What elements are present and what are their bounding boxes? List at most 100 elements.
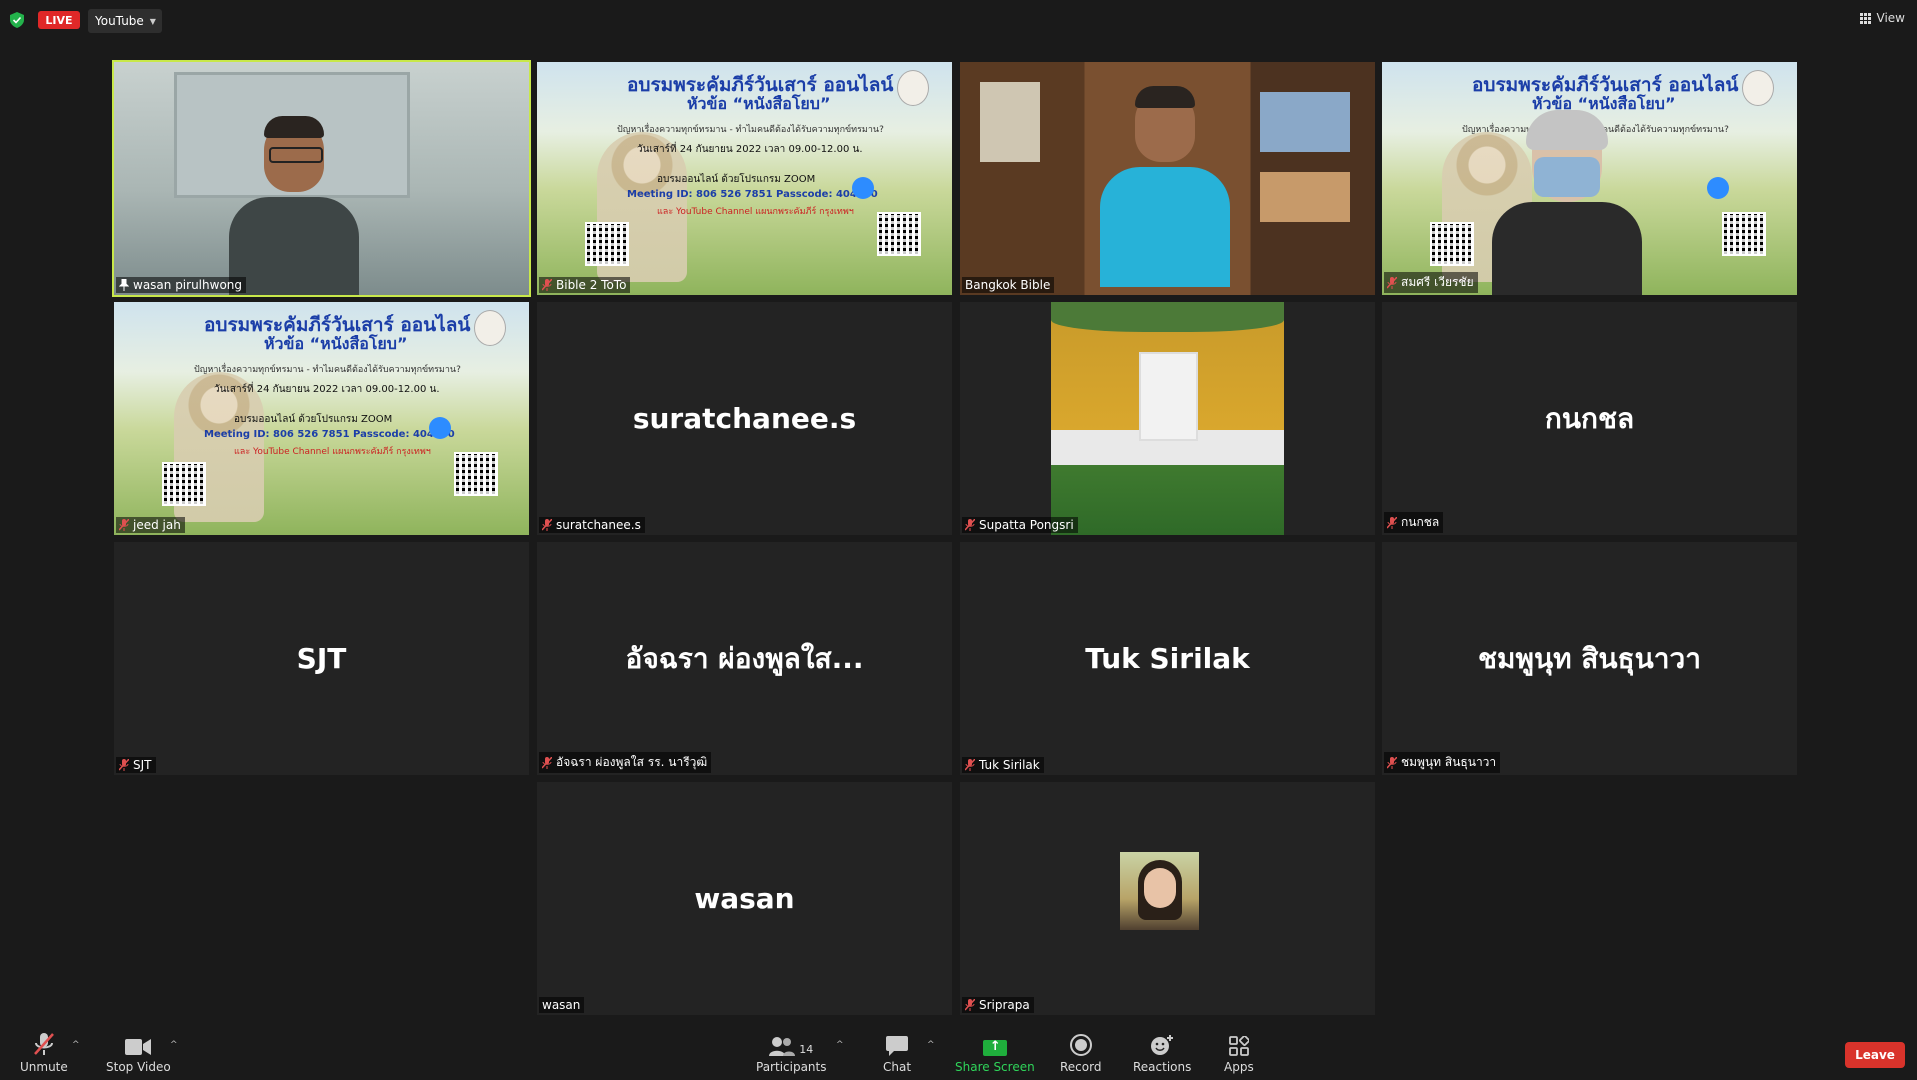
video-tile[interactable]: อบรมพระคัมภีร์วันเสาร์ ออนไลน์ หัวข้อ “ห… — [1382, 62, 1797, 295]
poster-zoom-line: อบรมออนไลน์ ด้วยโปรแกรม ZOOM — [234, 414, 393, 425]
chat-options-chevron-icon[interactable]: ^ — [927, 1040, 935, 1050]
portrait-icon — [897, 70, 929, 106]
video-tile[interactable]: กนกชล กนกชล — [1382, 302, 1797, 535]
participant-name: wasan pirulhwong — [133, 278, 243, 292]
video-tile[interactable]: suratchanee.s suratchanee.s — [537, 302, 952, 535]
leave-button[interactable]: Leave — [1845, 1042, 1905, 1068]
share-screen-icon — [982, 1032, 1007, 1056]
apps-icon — [1228, 1032, 1249, 1056]
participant-name: wasan — [542, 998, 581, 1012]
muted-mic-icon — [1387, 516, 1397, 529]
apps-button[interactable]: Apps — [1224, 1032, 1254, 1074]
muted-mic-icon — [542, 519, 552, 531]
reactions-label: Reactions — [1133, 1060, 1192, 1074]
participant-display-name: wasan — [694, 882, 795, 915]
qr-code-icon — [1430, 222, 1474, 266]
participant-name: ชมพูนุท สินธุนาวา — [1401, 755, 1497, 769]
live-badge[interactable]: LIVE — [38, 11, 80, 29]
participant-display-name: SJT — [296, 642, 347, 675]
participant-name: suratchanee.s — [556, 518, 641, 532]
participant-name: Bangkok Bible — [965, 278, 1051, 292]
poster-youtube-line: และ YouTube Channel แผนกพระคัมภีร์ กรุงเ… — [657, 207, 854, 217]
poster-date: วันเสาร์ที่ 24 กันยายน 2022 เวลา 09.00-1… — [214, 384, 440, 395]
poster-meeting-id: Meeting ID: 806 526 7851 Passcode: 40404… — [627, 189, 878, 200]
zoom-logo-icon — [429, 417, 451, 439]
muted-mic-icon — [1387, 756, 1397, 769]
participant-name: jeed jah — [133, 518, 181, 532]
smiley-icon — [1150, 1032, 1174, 1056]
poster-date: วันเสาร์ที่ 24 กันยายน 2022 เวลา 09.00-1… — [637, 144, 863, 155]
record-label: Record — [1060, 1060, 1102, 1074]
participant-name: อัจฉรา ผ่องพูลใส รร. นารีวุฒิ — [556, 755, 708, 769]
video-options-chevron-icon[interactable]: ^ — [170, 1040, 178, 1050]
participants-button[interactable]: 14 Participants — [756, 1032, 827, 1074]
video-tile[interactable]: Tuk Sirilak Tuk Sirilak — [960, 542, 1375, 775]
participant-name-label: jeed jah — [116, 517, 185, 533]
participant-name: กนกชล — [1401, 515, 1440, 529]
share-screen-label: Share Screen — [955, 1060, 1035, 1074]
participant-name-label: SJT — [116, 757, 156, 773]
participant-name-label: wasan pirulhwong — [116, 277, 247, 293]
grid-view-icon — [1859, 12, 1871, 24]
video-tile[interactable]: อัจฉรา ผ่องพูลใส... อัจฉรา ผ่องพูลใส รร.… — [537, 542, 952, 775]
poster-image: อบรมพระคัมภีร์วันเสาร์ ออนไลน์ หัวข้อ “ห… — [1382, 62, 1797, 295]
muted-mic-icon — [1387, 276, 1397, 289]
stop-video-button[interactable]: Stop Video — [106, 1032, 171, 1074]
view-button[interactable]: View — [1859, 11, 1905, 25]
chat-icon — [886, 1032, 909, 1056]
muted-mic-icon — [542, 279, 552, 291]
participants-options-chevron-icon[interactable]: ^ — [836, 1040, 844, 1050]
participant-name-label: suratchanee.s — [539, 517, 645, 533]
encryption-shield-icon[interactable] — [10, 12, 24, 28]
video-tile[interactable]: อบรมพระคัมภีร์วันเสาร์ ออนไลน์ หัวข้อ “ห… — [537, 62, 952, 295]
chat-button[interactable]: Chat — [883, 1032, 911, 1074]
meeting-toolbar: Unmute ^ Stop Video ^ 14 Participants ^ … — [0, 1024, 1917, 1080]
stream-target-label: YouTube — [95, 14, 144, 28]
participant-display-name: อัจฉรา ผ่องพูลใส... — [625, 641, 864, 675]
unmute-button[interactable]: Unmute — [20, 1032, 68, 1074]
muted-mic-icon — [965, 519, 975, 531]
muted-mic-icon — [119, 519, 129, 531]
participant-name-label: Tuk Sirilak — [962, 757, 1044, 773]
participant-name: Supatta Pongsri — [979, 518, 1074, 532]
poster-youtube-line: และ YouTube Channel แผนกพระคัมภีร์ กรุงเ… — [234, 447, 431, 457]
participant-video — [114, 62, 529, 295]
poster-question: ปัญหาเรื่องความทุกข์ทรมาน - ทำไมคนดีต้อง… — [617, 125, 884, 135]
unmute-label: Unmute — [20, 1060, 68, 1074]
participant-name-label: Supatta Pongsri — [962, 517, 1078, 533]
video-tile[interactable]: Supatta Pongsri — [960, 302, 1375, 535]
video-tile[interactable]: Bangkok Bible — [960, 62, 1375, 295]
video-tile[interactable]: อบรมพระคัมภีร์วันเสาร์ ออนไลน์ หัวข้อ “ห… — [114, 302, 529, 535]
participant-name: สมศรี เวียรชัย — [1401, 275, 1474, 289]
stream-target-dropdown[interactable]: YouTube ▼ — [88, 9, 162, 33]
video-camera-icon — [125, 1032, 152, 1056]
record-button[interactable]: Record — [1060, 1032, 1101, 1074]
participant-avatar — [1120, 852, 1199, 930]
video-tile[interactable]: wasan pirulhwong — [112, 60, 531, 297]
poster-meeting-id: Meeting ID: 806 526 7851 Passcode: 40404… — [204, 429, 455, 440]
audio-options-chevron-icon[interactable]: ^ — [72, 1040, 80, 1050]
participant-photo — [1051, 302, 1284, 535]
participant-name-label: Bangkok Bible — [962, 277, 1055, 293]
top-bar: LIVE YouTube ▼ View — [0, 0, 1917, 40]
video-tile[interactable]: ชมพูนุท สินธุนาวา ชมพูนุท สินธุนาวา — [1382, 542, 1797, 775]
participant-name-label: อัจฉรา ผ่องพูลใส รร. นารีวุฒิ — [539, 752, 712, 773]
video-tile[interactable]: Sriprapa — [960, 782, 1375, 1015]
poster-subtitle: หัวข้อ “หนังสือโยบ” — [264, 334, 408, 353]
participant-name: SJT — [133, 758, 152, 772]
record-icon — [1069, 1032, 1092, 1056]
participant-display-name: กนกชล — [1544, 401, 1635, 435]
video-tile[interactable]: wasan wasan — [537, 782, 952, 1015]
participant-name: Sriprapa — [979, 998, 1030, 1012]
video-tile[interactable]: SJT SJT — [114, 542, 529, 775]
poster-subtitle: หัวข้อ “หนังสือโยบ” — [687, 94, 831, 113]
participants-icon: 14 — [769, 1032, 813, 1056]
muted-mic-icon — [33, 1032, 55, 1056]
share-screen-button[interactable]: Share Screen — [955, 1032, 1035, 1074]
reactions-button[interactable]: Reactions — [1133, 1032, 1191, 1074]
chevron-down-icon: ▼ — [149, 16, 156, 26]
portrait-icon — [1742, 70, 1774, 106]
view-label: View — [1876, 11, 1905, 25]
muted-mic-icon — [965, 759, 975, 771]
stop-video-label: Stop Video — [106, 1060, 171, 1074]
